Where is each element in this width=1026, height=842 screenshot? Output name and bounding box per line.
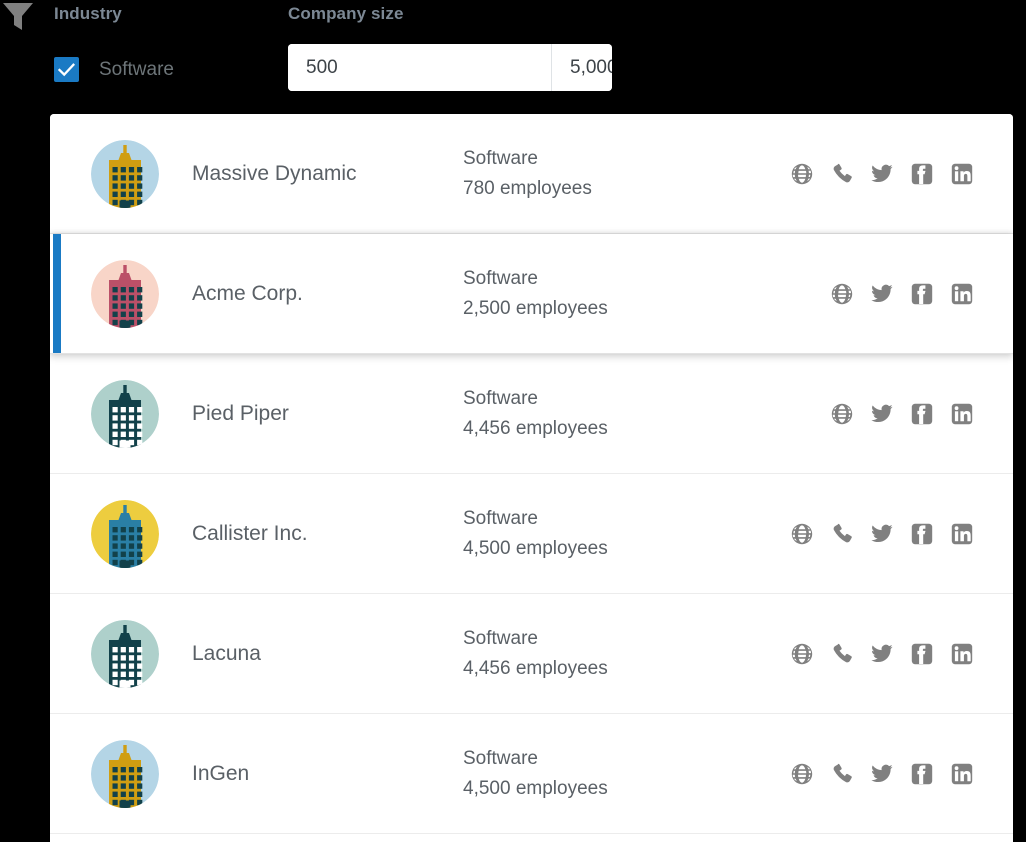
company-name: Pied Piper <box>192 401 289 425</box>
software-checkbox-label: Software <box>99 58 174 80</box>
company-list-card: Massive Dynamic Software 780 employees Acme… <box>50 114 1013 842</box>
phone-icon[interactable] <box>831 163 853 185</box>
social-links <box>761 523 973 545</box>
company-size-max-input[interactable] <box>551 44 612 91</box>
linkedin-icon[interactable] <box>951 763 973 785</box>
company-industry: Software <box>463 508 538 529</box>
company-avatar-icon <box>91 619 159 688</box>
company-size-min-input[interactable] <box>288 44 551 91</box>
phone-icon[interactable] <box>831 763 853 785</box>
company-avatar-icon <box>91 739 159 808</box>
phone-icon[interactable] <box>831 523 853 545</box>
company-row[interactable]: InGen Software 4,500 employees <box>50 714 1013 834</box>
company-industry: Software <box>463 748 538 769</box>
company-row[interactable]: Pied Piper Software 4,456 employees <box>50 354 1013 474</box>
company-row[interactable]: Callister Inc. Software 4,500 employees <box>50 474 1013 594</box>
globe-icon[interactable] <box>791 163 813 185</box>
linkedin-icon[interactable] <box>951 283 973 305</box>
company-industry: Software <box>463 388 538 409</box>
facebook-icon[interactable] <box>911 523 933 545</box>
social-links <box>761 763 973 785</box>
company-employees: 4,500 employees <box>463 778 608 799</box>
company-employees: 4,456 employees <box>463 418 608 439</box>
company-row[interactable]: Acme Corp. Software 2,500 employees <box>50 234 1013 354</box>
app-root: Industry Company size Software Massive D… <box>0 0 1026 842</box>
social-links <box>761 163 973 185</box>
globe-icon[interactable] <box>831 403 853 425</box>
linkedin-icon[interactable] <box>951 403 973 425</box>
industry-column-label: Industry <box>54 4 122 23</box>
company-list: Massive Dynamic Software 780 employees Acme… <box>50 114 1013 834</box>
company-size-range <box>288 44 612 91</box>
filter-bar: Industry Company size Software <box>0 0 1026 110</box>
linkedin-icon[interactable] <box>951 523 973 545</box>
company-industry: Software <box>463 148 538 169</box>
social-links <box>761 283 973 305</box>
globe-icon[interactable] <box>791 523 813 545</box>
company-employees: 4,456 employees <box>463 658 608 679</box>
social-links <box>761 403 973 425</box>
company-employees: 780 employees <box>463 178 592 199</box>
funnel-icon <box>2 2 34 32</box>
software-checkbox[interactable] <box>54 57 79 82</box>
company-meta: Software 4,456 employees <box>463 629 761 678</box>
twitter-icon[interactable] <box>871 523 893 545</box>
company-avatar-icon <box>91 379 159 448</box>
facebook-icon[interactable] <box>911 643 933 665</box>
company-meta: Software 4,500 employees <box>463 749 761 798</box>
facebook-icon[interactable] <box>911 283 933 305</box>
company-meta: Software 780 employees <box>463 149 761 198</box>
company-name: Lacuna <box>192 641 261 665</box>
social-links <box>761 643 973 665</box>
company-employees: 4,500 employees <box>463 538 608 559</box>
company-name: InGen <box>192 761 250 785</box>
globe-icon[interactable] <box>791 643 813 665</box>
company-name: Acme Corp. <box>192 281 303 305</box>
linkedin-icon[interactable] <box>951 163 973 185</box>
company-avatar-icon <box>91 259 159 328</box>
twitter-icon[interactable] <box>871 163 893 185</box>
facebook-icon[interactable] <box>911 163 933 185</box>
linkedin-icon[interactable] <box>951 643 973 665</box>
company-row[interactable]: Massive Dynamic Software 780 employees <box>50 114 1013 234</box>
company-row[interactable]: Lacuna Software 4,456 employees <box>50 594 1013 714</box>
facebook-icon[interactable] <box>911 403 933 425</box>
phone-icon[interactable] <box>831 643 853 665</box>
company-meta: Software 4,500 employees <box>463 509 761 558</box>
facebook-icon[interactable] <box>911 763 933 785</box>
company-industry: Software <box>463 268 538 289</box>
company-avatar-icon <box>91 139 159 208</box>
company-meta: Software 2,500 employees <box>463 269 761 318</box>
company-meta: Software 4,456 employees <box>463 389 761 438</box>
globe-icon[interactable] <box>831 283 853 305</box>
industry-filter-software[interactable]: Software <box>54 57 174 82</box>
company-employees: 2,500 employees <box>463 298 608 319</box>
company-avatar-icon <box>91 499 159 568</box>
twitter-icon[interactable] <box>871 643 893 665</box>
company-name: Massive Dynamic <box>192 161 357 185</box>
twitter-icon[interactable] <box>871 403 893 425</box>
company-size-column-label: Company size <box>288 4 404 23</box>
twitter-icon[interactable] <box>871 283 893 305</box>
company-industry: Software <box>463 628 538 649</box>
globe-icon[interactable] <box>791 763 813 785</box>
company-name: Callister Inc. <box>192 521 308 545</box>
twitter-icon[interactable] <box>871 763 893 785</box>
